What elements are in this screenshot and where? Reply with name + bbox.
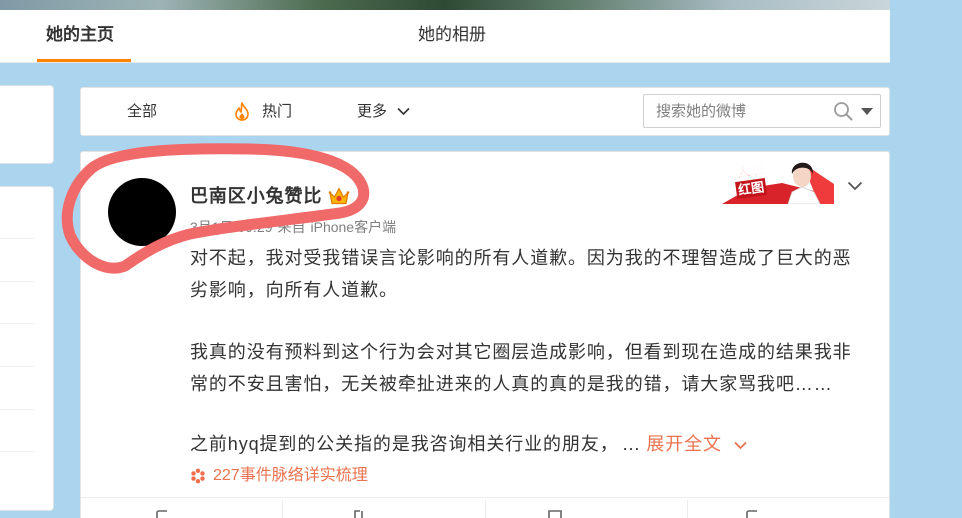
- filter-hot[interactable]: 热门: [262, 88, 292, 135]
- sidebar-divider: [0, 409, 34, 410]
- tab-album[interactable]: 她的相册: [418, 10, 486, 60]
- weibo-search-box: [643, 94, 881, 128]
- post-text-line: 之前hyq提到的公关指的是我咨询相关行业的朋友，: [190, 434, 619, 454]
- post-source-prefix: 来自: [277, 219, 306, 235]
- topic-link[interactable]: 227事件脉络详实梳理: [213, 464, 368, 488]
- comment-icon[interactable]: [547, 510, 563, 518]
- topic-flower-icon: [191, 468, 205, 484]
- post-meta: 3月1日 09:29 来自 iPhone客户端: [190, 218, 401, 236]
- profile-cover-banner: [0, 0, 890, 10]
- action-separator: [485, 500, 486, 518]
- post-text-line: 常的不安且害怕，无关被牵扯进来的人真的真的是我的错，请大家骂我吧……: [190, 374, 833, 394]
- profile-tab-bar: 她的主页 她的相册: [0, 10, 890, 63]
- feed-filter-bar: 全部 热门 更多: [80, 87, 890, 136]
- truncation-ellipsis: ...: [622, 434, 641, 454]
- chevron-down-icon[interactable]: [734, 441, 747, 450]
- sidebar-divider: [0, 451, 34, 452]
- post-paragraph-truncated: 之前hyq提到的公关指的是我咨询相关行业的朋友，... 展开全文: [190, 428, 747, 460]
- action-separator: [282, 500, 283, 518]
- post-text-line: 劣影响，向所有人道歉。: [190, 280, 398, 300]
- badge-decoration: 大展 红图: [722, 160, 834, 204]
- favorite-icon[interactable]: [155, 510, 171, 518]
- search-input[interactable]: [644, 95, 829, 127]
- sidebar-card-top: [0, 85, 54, 164]
- sidebar-divider: [0, 366, 34, 367]
- sidebar-divider: [0, 323, 34, 324]
- weibo-post-card: 巴南区小兔赞比 3月1日 09:29 来自 iPhone客户端 大展 红图 对不起，…: [80, 151, 890, 518]
- like-icon[interactable]: [744, 510, 760, 518]
- sidebar-card-list: [0, 186, 54, 511]
- sidebar-divider: [0, 238, 34, 239]
- avatar[interactable]: [108, 178, 176, 246]
- action-bar-divider: [81, 497, 889, 498]
- expand-full-text-link[interactable]: 展开全文: [646, 434, 722, 454]
- badge-text-top: 大展: [735, 160, 766, 182]
- post-text-line: 我真的没有预料到这个行为会对其它圈层造成影响，但看到现在造成的结果我非: [190, 342, 852, 362]
- crown-icon[interactable]: [327, 185, 351, 207]
- post-paragraph: 对不起，我对受我错误言论影响的所有人道歉。因为我的不理智造成了巨大的恶 劣影响，…: [190, 242, 852, 306]
- search-icon[interactable]: [833, 101, 853, 121]
- filter-all[interactable]: 全部: [127, 88, 157, 135]
- post-time[interactable]: 3月1日 09:29: [190, 219, 273, 235]
- post-text-line: 对不起，我对受我错误言论影响的所有人道歉。因为我的不理智造成了巨大的恶: [190, 248, 852, 268]
- topic-link-row: 227事件脉络详实梳理: [190, 464, 490, 488]
- fire-icon[interactable]: [234, 102, 250, 121]
- active-tab-indicator: [37, 59, 131, 62]
- post-username[interactable]: 巴南区小兔赞比: [190, 185, 322, 207]
- caret-down-icon[interactable]: [861, 108, 873, 115]
- tab-home[interactable]: 她的主页: [46, 10, 114, 60]
- chevron-down-icon[interactable]: [397, 107, 410, 116]
- action-separator: [687, 500, 688, 518]
- sidebar-divider: [0, 281, 34, 282]
- chevron-down-icon[interactable]: [847, 181, 863, 191]
- post-source[interactable]: iPhone客户端: [311, 219, 397, 235]
- filter-more[interactable]: 更多: [357, 88, 387, 135]
- post-paragraph: 我真的没有预料到这个行为会对其它圈层造成影响，但看到现在造成的结果我非 常的不安…: [190, 336, 852, 400]
- repost-icon[interactable]: [352, 510, 368, 518]
